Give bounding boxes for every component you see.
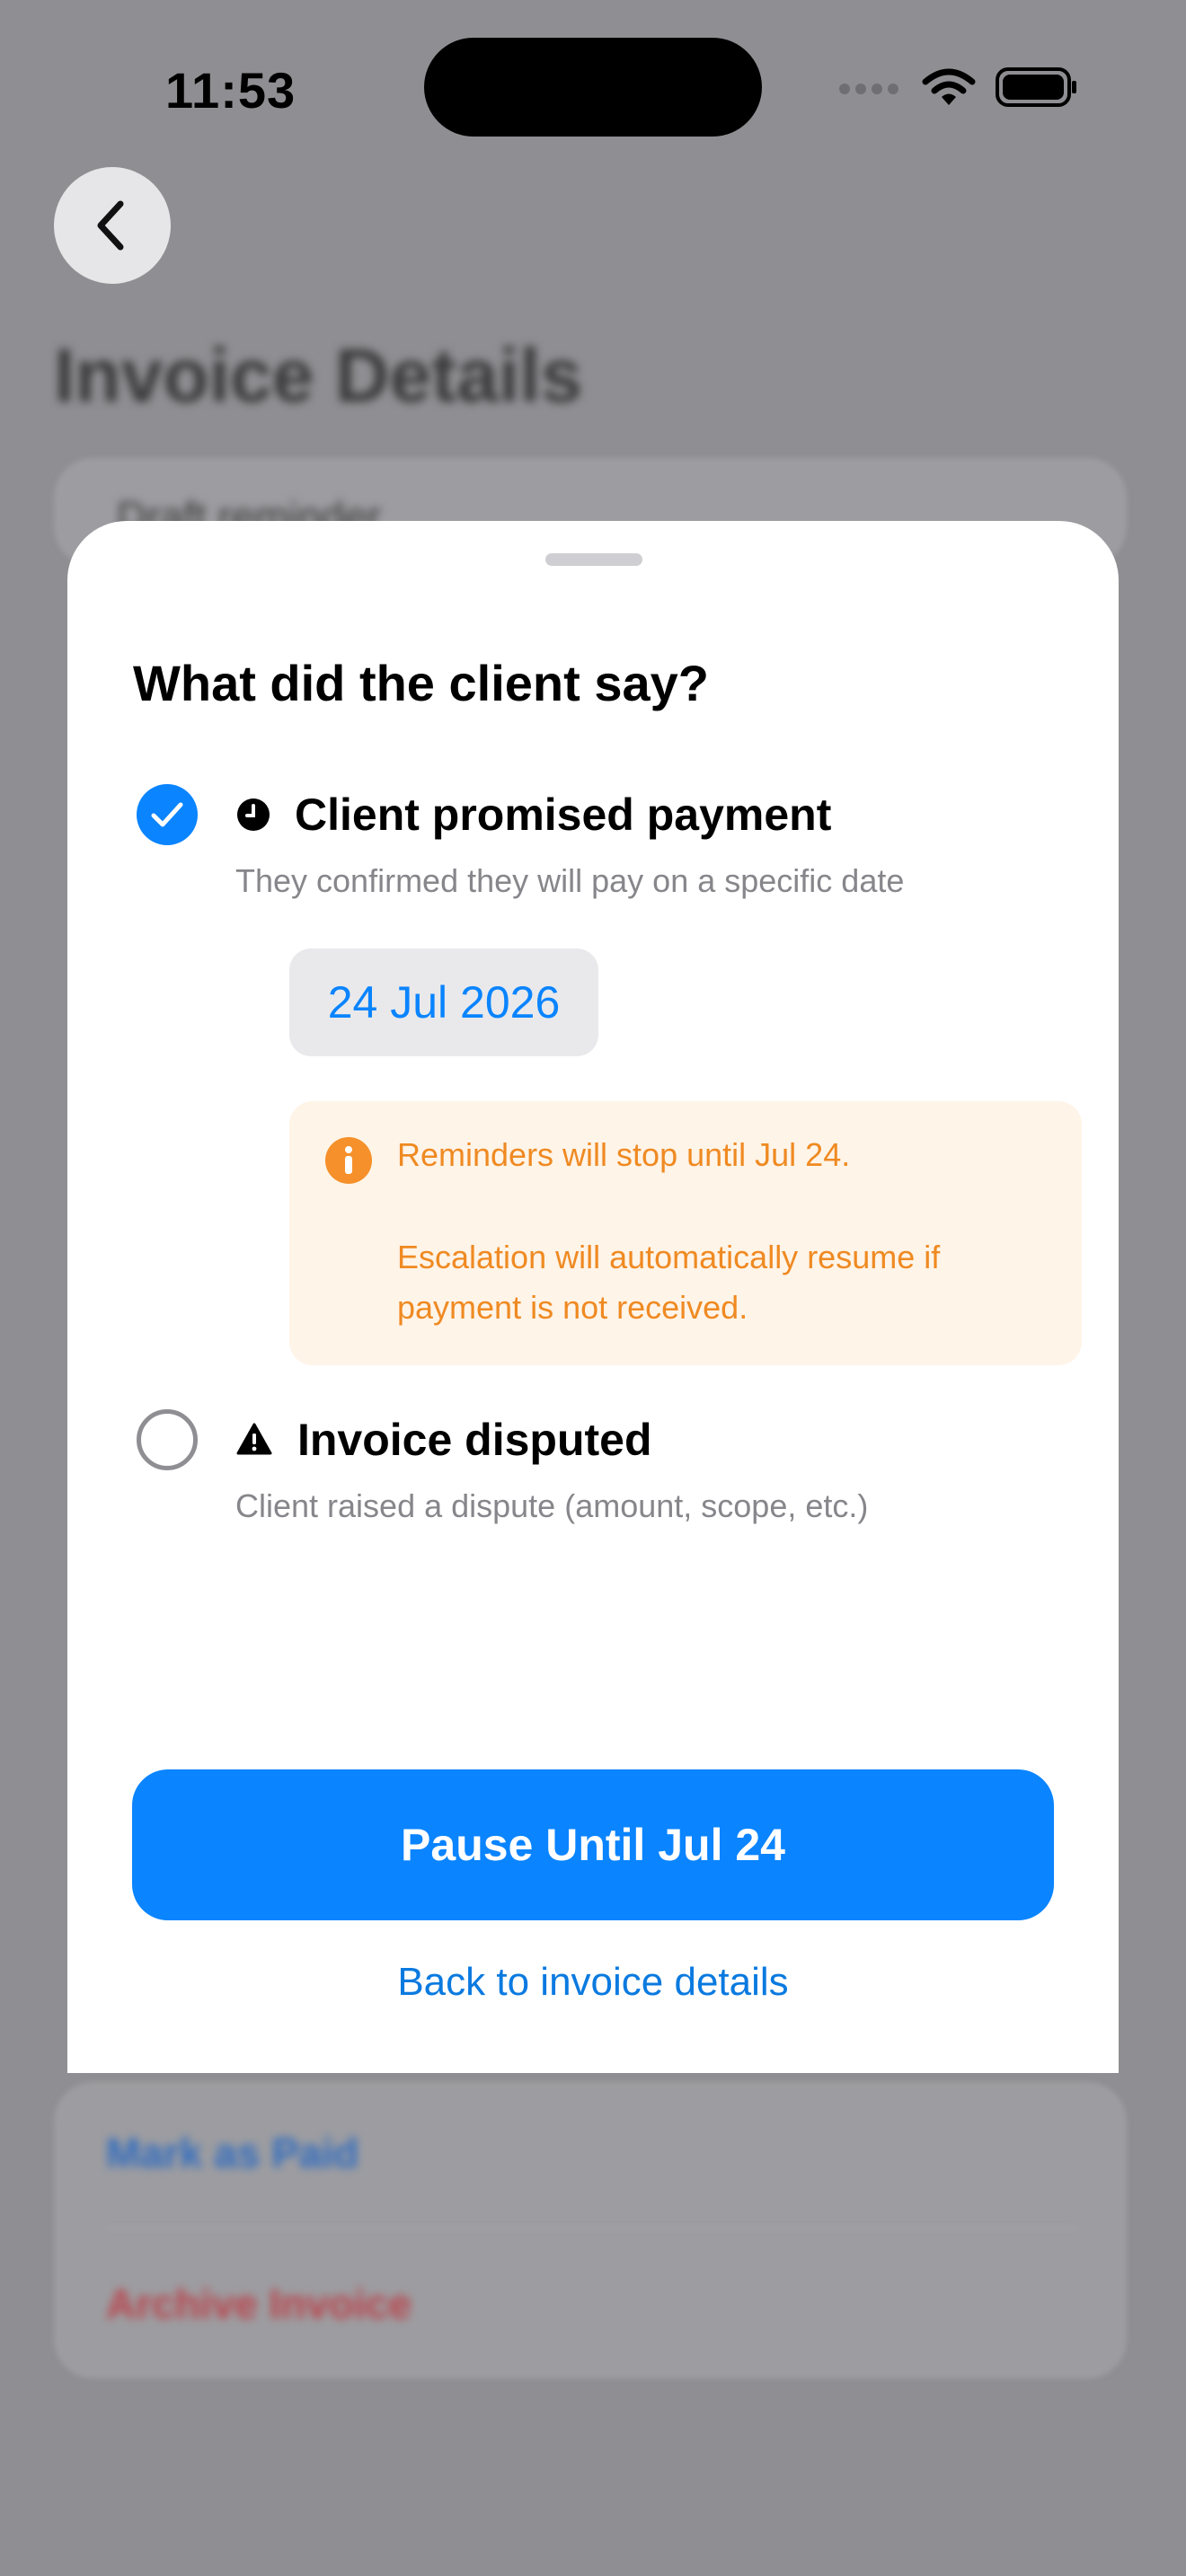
back-to-invoice-link[interactable]: Back to invoice details (67, 1960, 1119, 2005)
option-promised-title[interactable]: Client promised payment (295, 789, 831, 841)
pause-until-button[interactable]: Pause Until Jul 24 (132, 1769, 1054, 1920)
wifi-icon (922, 68, 976, 105)
back-button[interactable] (54, 167, 171, 284)
checkmark-icon (151, 802, 183, 827)
warning-icon (236, 1423, 272, 1455)
option-disputed-subtitle: Client raised a dispute (amount, scope, … (235, 1487, 869, 1524)
signal-icon (839, 84, 898, 94)
sheet-grabber[interactable] (545, 553, 642, 566)
chevron-left-icon (97, 200, 124, 251)
dynamic-island (424, 38, 762, 137)
page-title: Invoice Details (54, 333, 583, 418)
info-icon (325, 1137, 372, 1184)
info-callout: Reminders will stop until Jul 24. Escala… (289, 1101, 1082, 1365)
divider (106, 2228, 1076, 2229)
option-disputed-radio[interactable] (137, 1409, 198, 1470)
mark-as-paid-button[interactable]: Mark as Paid (106, 2129, 358, 2177)
archive-invoice-button[interactable]: Archive Invoice (106, 2280, 412, 2328)
info-line-1: Reminders will stop until Jul 24. (397, 1136, 851, 1173)
info-line-3: payment is not received. (397, 1289, 748, 1326)
clock-icon (237, 798, 270, 831)
info-line-2: Escalation will automatically resume if (397, 1239, 941, 1275)
date-picker-button[interactable]: 24 Jul 2026 (289, 948, 598, 1056)
option-disputed-title[interactable]: Invoice disputed (297, 1414, 652, 1466)
battery-icon (996, 67, 1076, 107)
status-icons (837, 65, 1078, 110)
actions-card (54, 2082, 1127, 2378)
sheet-title: What did the client say? (133, 655, 709, 711)
option-promised-subtitle: They confirmed they will pay on a specif… (235, 862, 905, 899)
status-time: 11:53 (165, 62, 296, 119)
client-response-sheet: What did the client say? Client promised… (67, 521, 1119, 2073)
option-promised-radio[interactable] (137, 784, 198, 845)
